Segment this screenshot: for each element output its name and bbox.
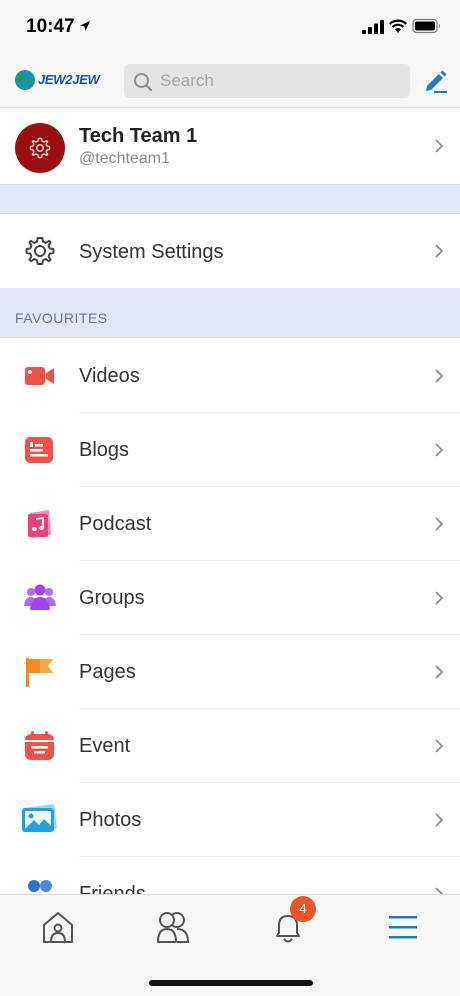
status-bar: 10:47 (0, 0, 460, 52)
notification-badge: 4 (290, 896, 316, 922)
list-item-label: Friends (79, 883, 146, 894)
wifi-icon (389, 19, 407, 33)
menu-hamburger-icon[interactable] (385, 909, 421, 945)
status-time: 10:47 (26, 16, 75, 37)
friends-icon (28, 880, 52, 892)
list-item-podcast[interactable]: Podcast (0, 487, 460, 561)
section-spacer (0, 184, 460, 214)
chevron-right-icon (435, 139, 444, 153)
list-item-label: Videos (79, 365, 140, 387)
chevron-right-icon (435, 591, 444, 605)
globe-logo-icon (15, 70, 35, 90)
list-item-photos[interactable]: Photos (0, 783, 460, 857)
chevron-right-icon (435, 517, 444, 531)
profile-name: Tech Team 1 (79, 125, 198, 147)
friends-tab-icon[interactable] (155, 909, 191, 945)
chevron-right-icon (435, 443, 444, 457)
chevron-right-icon (435, 887, 444, 894)
section-title: FAVOURITES (15, 310, 108, 326)
list-item-label: Event (79, 735, 131, 757)
photos-icon (22, 804, 57, 832)
logo-text: JEW2JEW (38, 72, 100, 87)
list-item-friends[interactable]: Friends (0, 857, 460, 894)
profile-handle: @techteam1 (79, 150, 170, 167)
chevron-right-icon (435, 369, 444, 383)
chevron-right-icon (435, 739, 444, 753)
list-item-event[interactable]: Event (0, 709, 460, 783)
search-bar[interactable] (124, 64, 410, 98)
favourites-section-header: FAVOURITES (0, 288, 460, 338)
video-icon (25, 367, 54, 385)
app-logo[interactable]: JEW2JEW (14, 68, 108, 92)
list-item-videos[interactable]: Videos (0, 339, 460, 413)
system-settings-label: System Settings (79, 241, 224, 263)
list-item-label: Pages (79, 661, 136, 683)
chevron-right-icon (435, 813, 444, 827)
system-settings-row[interactable]: System Settings (0, 214, 460, 288)
cellular-signal-icon (362, 20, 384, 34)
chevron-right-icon (435, 665, 444, 679)
search-icon (134, 73, 153, 92)
list-item-label: Photos (79, 809, 142, 831)
search-input[interactable] (160, 64, 400, 98)
home-tab-icon[interactable] (40, 909, 76, 945)
avatar (15, 123, 65, 173)
list-item-label: Groups (79, 587, 145, 609)
blog-icon (25, 437, 53, 463)
list-item-label: Podcast (79, 513, 152, 535)
event-calendar-icon (25, 731, 54, 760)
top-header: JEW2JEW (0, 52, 460, 108)
gear-icon (25, 237, 55, 265)
list-item-blogs[interactable]: Blogs (0, 413, 460, 487)
list-item-groups[interactable]: Groups (0, 561, 460, 635)
location-arrow-icon (80, 21, 90, 31)
pages-flag-icon (26, 658, 53, 687)
groups-icon (24, 584, 56, 610)
battery-icon (412, 18, 440, 34)
podcast-icon (28, 510, 51, 538)
profile-row[interactable]: Tech Team 1 @techteam1 (0, 108, 460, 184)
compose-edit-icon[interactable] (422, 68, 448, 94)
list-item-pages[interactable]: Pages (0, 635, 460, 709)
home-indicator (149, 980, 313, 986)
list-item-label: Blogs (79, 439, 130, 461)
favourites-list: Videos Blogs Podcast Groups Pages Event … (0, 339, 460, 894)
settings-gear-avatar-icon (29, 137, 51, 159)
chevron-right-icon (435, 244, 444, 258)
